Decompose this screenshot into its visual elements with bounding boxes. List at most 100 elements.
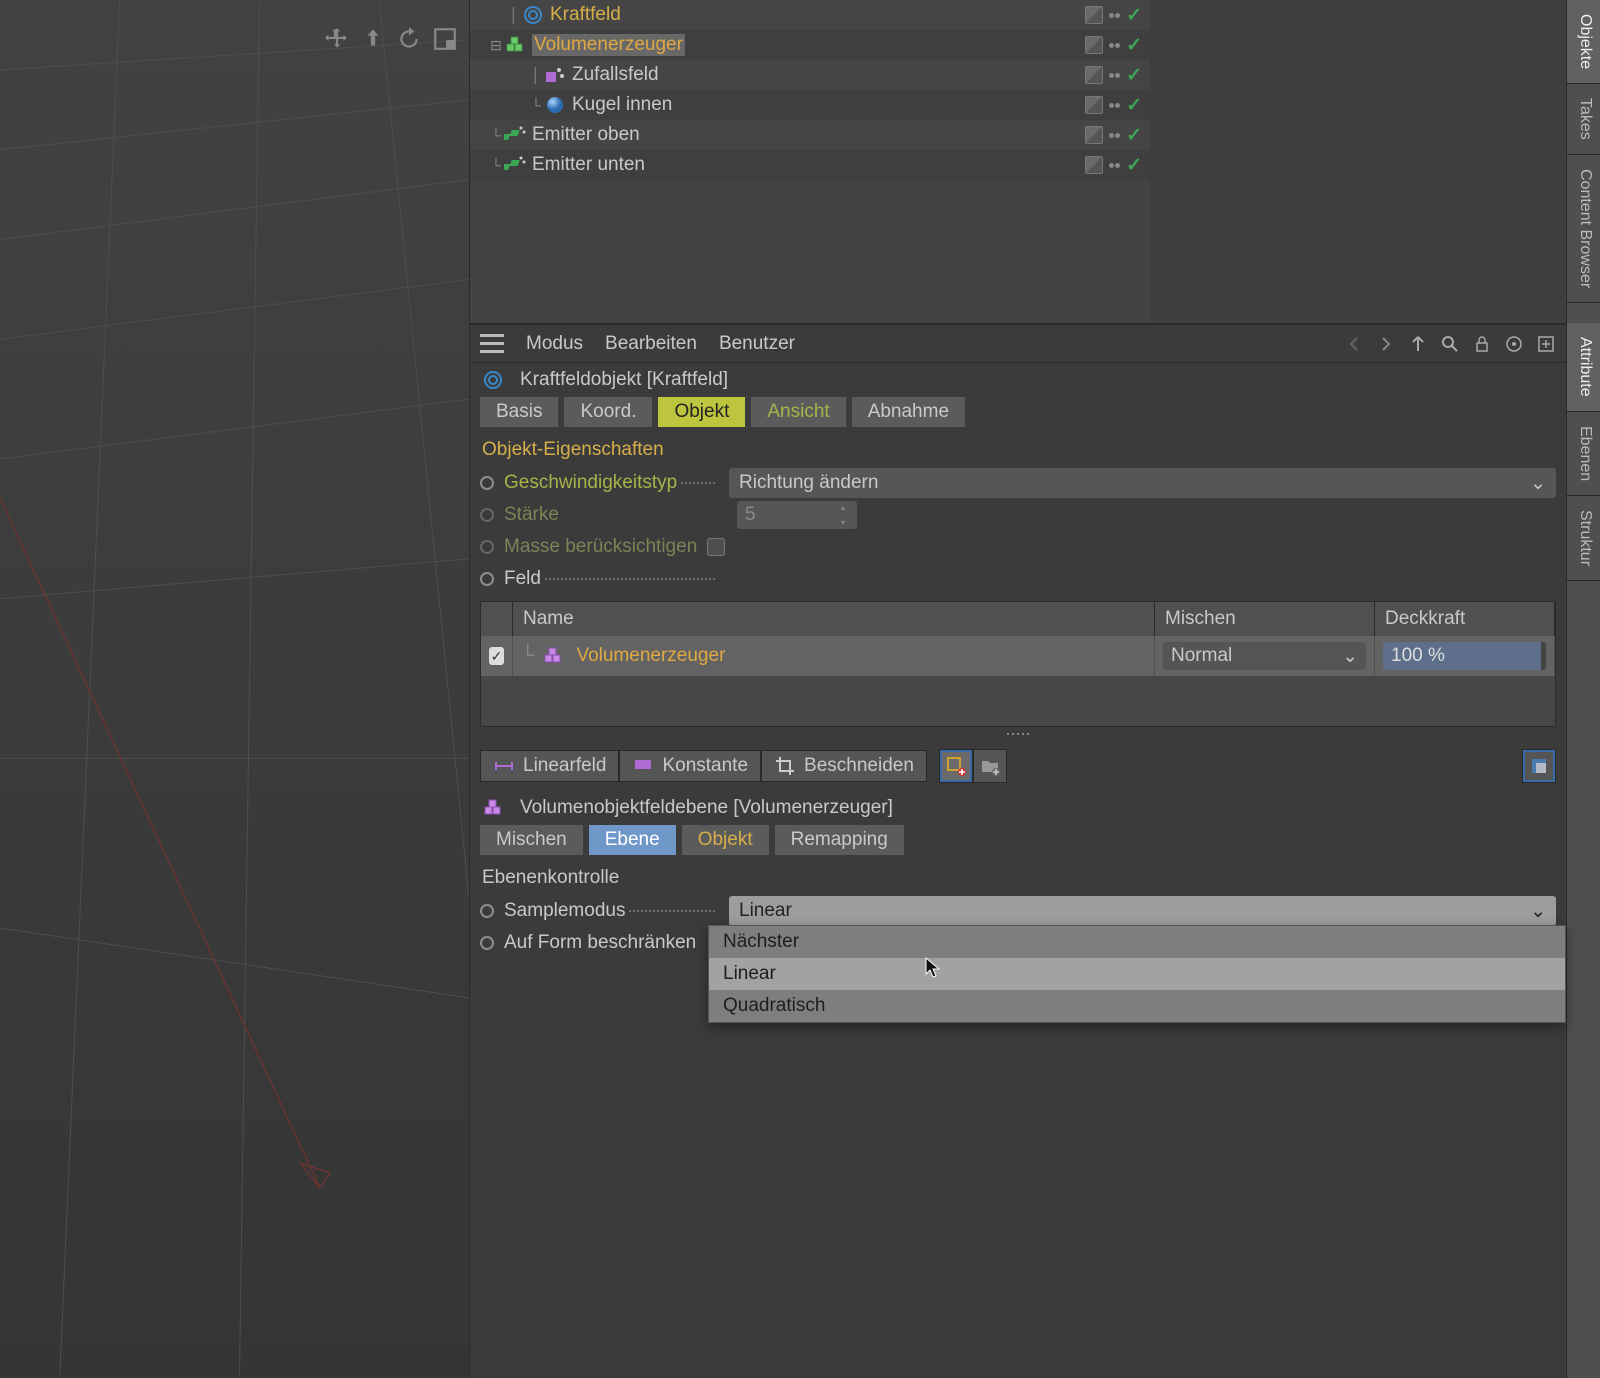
- visibility-toggle[interactable]: [1085, 156, 1103, 174]
- tab-ansicht[interactable]: Ansicht: [751, 397, 845, 427]
- menu-icon[interactable]: [480, 332, 504, 356]
- table-row[interactable]: ✓ └ Volumenerzeuger Normal⌄ 100 %: [481, 636, 1555, 676]
- rotate-tool-icon[interactable]: [395, 25, 423, 53]
- samplemodus-dropdown[interactable]: Linear⌄: [729, 896, 1556, 926]
- th-mix[interactable]: Mischen: [1155, 602, 1375, 636]
- side-tab-bar: Objekte Takes Content Browser Attribute …: [1566, 0, 1600, 1378]
- prop-strength: Stärke 5▴▾: [480, 499, 1556, 531]
- anim-dot[interactable]: [480, 904, 494, 918]
- chevron-down-icon: ⌄: [1342, 645, 1358, 668]
- tab-koord[interactable]: Koord.: [564, 397, 652, 427]
- viewport[interactable]: [0, 0, 470, 1378]
- nav-up-icon[interactable]: [1408, 334, 1428, 354]
- menu-item-linear[interactable]: Linear: [709, 958, 1565, 990]
- tree-item-zufallsfeld[interactable]: │ Zufallsfeld ✓: [470, 60, 1150, 90]
- enable-check-icon[interactable]: ✓: [1126, 34, 1142, 57]
- frame-tool-icon[interactable]: [431, 25, 459, 53]
- chevron-down-icon: ⌄: [1530, 900, 1546, 923]
- tree-line: │: [530, 67, 542, 83]
- volume-icon: [482, 797, 504, 819]
- prop-feld: Feld: [480, 563, 1556, 595]
- prop-label: Feld: [504, 568, 541, 590]
- collapse-icon[interactable]: ⊟: [490, 37, 502, 54]
- tab-objekt[interactable]: Objekt: [658, 397, 745, 427]
- menu-edit[interactable]: Bearbeiten: [605, 333, 697, 355]
- visibility-toggle[interactable]: [1085, 126, 1103, 144]
- tab-objekt-layer[interactable]: Objekt: [682, 825, 769, 855]
- th-name[interactable]: Name: [513, 602, 1155, 636]
- nav-back-icon[interactable]: [1344, 334, 1364, 354]
- row-checkbox[interactable]: ✓: [489, 647, 504, 665]
- tree-item-kugel-innen[interactable]: └ Kugel innen ✓: [470, 90, 1150, 120]
- tab-basis[interactable]: Basis: [480, 397, 558, 427]
- tree-item-emitter-unten[interactable]: └ Emitter unten ✓: [470, 150, 1150, 180]
- anim-dot[interactable]: [480, 540, 494, 554]
- enable-check-icon[interactable]: ✓: [1126, 154, 1142, 177]
- new-window-icon[interactable]: [1536, 334, 1556, 354]
- move-tool-icon[interactable]: [323, 25, 351, 53]
- tab-abnahme[interactable]: Abnahme: [852, 397, 965, 427]
- tree-item-volumenerzeuger[interactable]: ⊟ Volumenerzeuger ✓: [470, 30, 1150, 60]
- samplemodus-menu: Nächster Linear Quadratisch: [708, 925, 1566, 1023]
- konstante-button[interactable]: Konstante: [619, 750, 761, 782]
- tab-ebene[interactable]: Ebene: [589, 825, 676, 855]
- object-manager: │ Kraftfeld ✓ ⊟ Volumenerzeuger ✓ │ Zufa…: [470, 0, 1566, 325]
- menu-item-naechster[interactable]: Nächster: [709, 926, 1565, 958]
- opacity-slider[interactable]: 100 %: [1383, 642, 1546, 670]
- attribute-tabs: Basis Koord. Objekt Ansicht Abnahme: [470, 397, 1566, 433]
- menu-mode[interactable]: Modus: [526, 333, 583, 355]
- anim-dot[interactable]: [480, 508, 494, 522]
- tree-item-emitter-oben[interactable]: └ Emitter oben ✓: [470, 120, 1150, 150]
- menu-user[interactable]: Benutzer: [719, 333, 795, 355]
- zoom-tool-icon[interactable]: [359, 25, 387, 53]
- layer-mode-button[interactable]: [1522, 749, 1556, 783]
- menu-item-quadratisch[interactable]: Quadratisch: [709, 990, 1565, 1022]
- render-dots-icon[interactable]: [1109, 73, 1120, 78]
- side-tab-attribute[interactable]: Attribute: [1567, 323, 1600, 412]
- lock-icon[interactable]: [1472, 334, 1492, 354]
- nav-forward-icon[interactable]: [1376, 334, 1396, 354]
- search-icon[interactable]: [1440, 334, 1460, 354]
- mix-dropdown[interactable]: Normal⌄: [1163, 642, 1366, 670]
- mass-checkbox[interactable]: [707, 538, 725, 556]
- strength-input[interactable]: 5▴▾: [737, 501, 857, 529]
- beschneiden-button[interactable]: Beschneiden: [761, 750, 927, 782]
- render-dots-icon[interactable]: [1109, 43, 1120, 48]
- visibility-toggle[interactable]: [1085, 66, 1103, 84]
- th-opacity[interactable]: Deckkraft: [1375, 602, 1555, 636]
- anim-dot[interactable]: [480, 476, 494, 490]
- side-tab-takes[interactable]: Takes: [1567, 84, 1600, 155]
- enable-check-icon[interactable]: ✓: [1126, 124, 1142, 147]
- object-tree[interactable]: │ Kraftfeld ✓ ⊟ Volumenerzeuger ✓ │ Zufa…: [470, 0, 1150, 323]
- add-layer-button[interactable]: [939, 749, 973, 783]
- visibility-toggle[interactable]: [1085, 96, 1103, 114]
- visibility-toggle[interactable]: [1085, 36, 1103, 54]
- tab-remapping[interactable]: Remapping: [775, 825, 904, 855]
- visibility-toggle[interactable]: [1085, 6, 1103, 24]
- tree-item-label: Emitter oben: [532, 124, 640, 146]
- attribute-title: Kraftfeldobjekt [Kraftfeld]: [520, 369, 728, 391]
- tab-mischen[interactable]: Mischen: [480, 825, 583, 855]
- speed-type-dropdown[interactable]: Richtung ändern⌄: [729, 468, 1556, 498]
- enable-check-icon[interactable]: ✓: [1126, 94, 1142, 117]
- prop-mass: Masse berücksichtigen: [480, 531, 1556, 563]
- render-dots-icon[interactable]: [1109, 103, 1120, 108]
- render-dots-icon[interactable]: [1109, 133, 1120, 138]
- render-dots-icon[interactable]: [1109, 13, 1120, 18]
- side-tab-content-browser[interactable]: Content Browser: [1567, 155, 1600, 303]
- anim-dot[interactable]: [480, 936, 494, 950]
- target-icon[interactable]: [1504, 334, 1524, 354]
- render-dots-icon[interactable]: [1109, 163, 1120, 168]
- side-tab-struktur[interactable]: Struktur: [1567, 496, 1600, 581]
- add-folder-button[interactable]: [973, 749, 1007, 783]
- side-tab-ebenen[interactable]: Ebenen: [1567, 412, 1600, 496]
- enable-check-icon[interactable]: ✓: [1126, 4, 1142, 27]
- enable-check-icon[interactable]: ✓: [1126, 64, 1142, 87]
- resize-handle[interactable]: [470, 731, 1566, 737]
- tree-item-kraftfeld[interactable]: │ Kraftfeld ✓: [470, 0, 1150, 30]
- prop-label: Auf Form beschränken: [504, 932, 696, 954]
- emitter-icon: [504, 154, 526, 176]
- anim-dot[interactable]: [480, 572, 494, 586]
- side-tab-objekte[interactable]: Objekte: [1567, 0, 1600, 84]
- linearfeld-button[interactable]: Linearfeld: [480, 750, 619, 782]
